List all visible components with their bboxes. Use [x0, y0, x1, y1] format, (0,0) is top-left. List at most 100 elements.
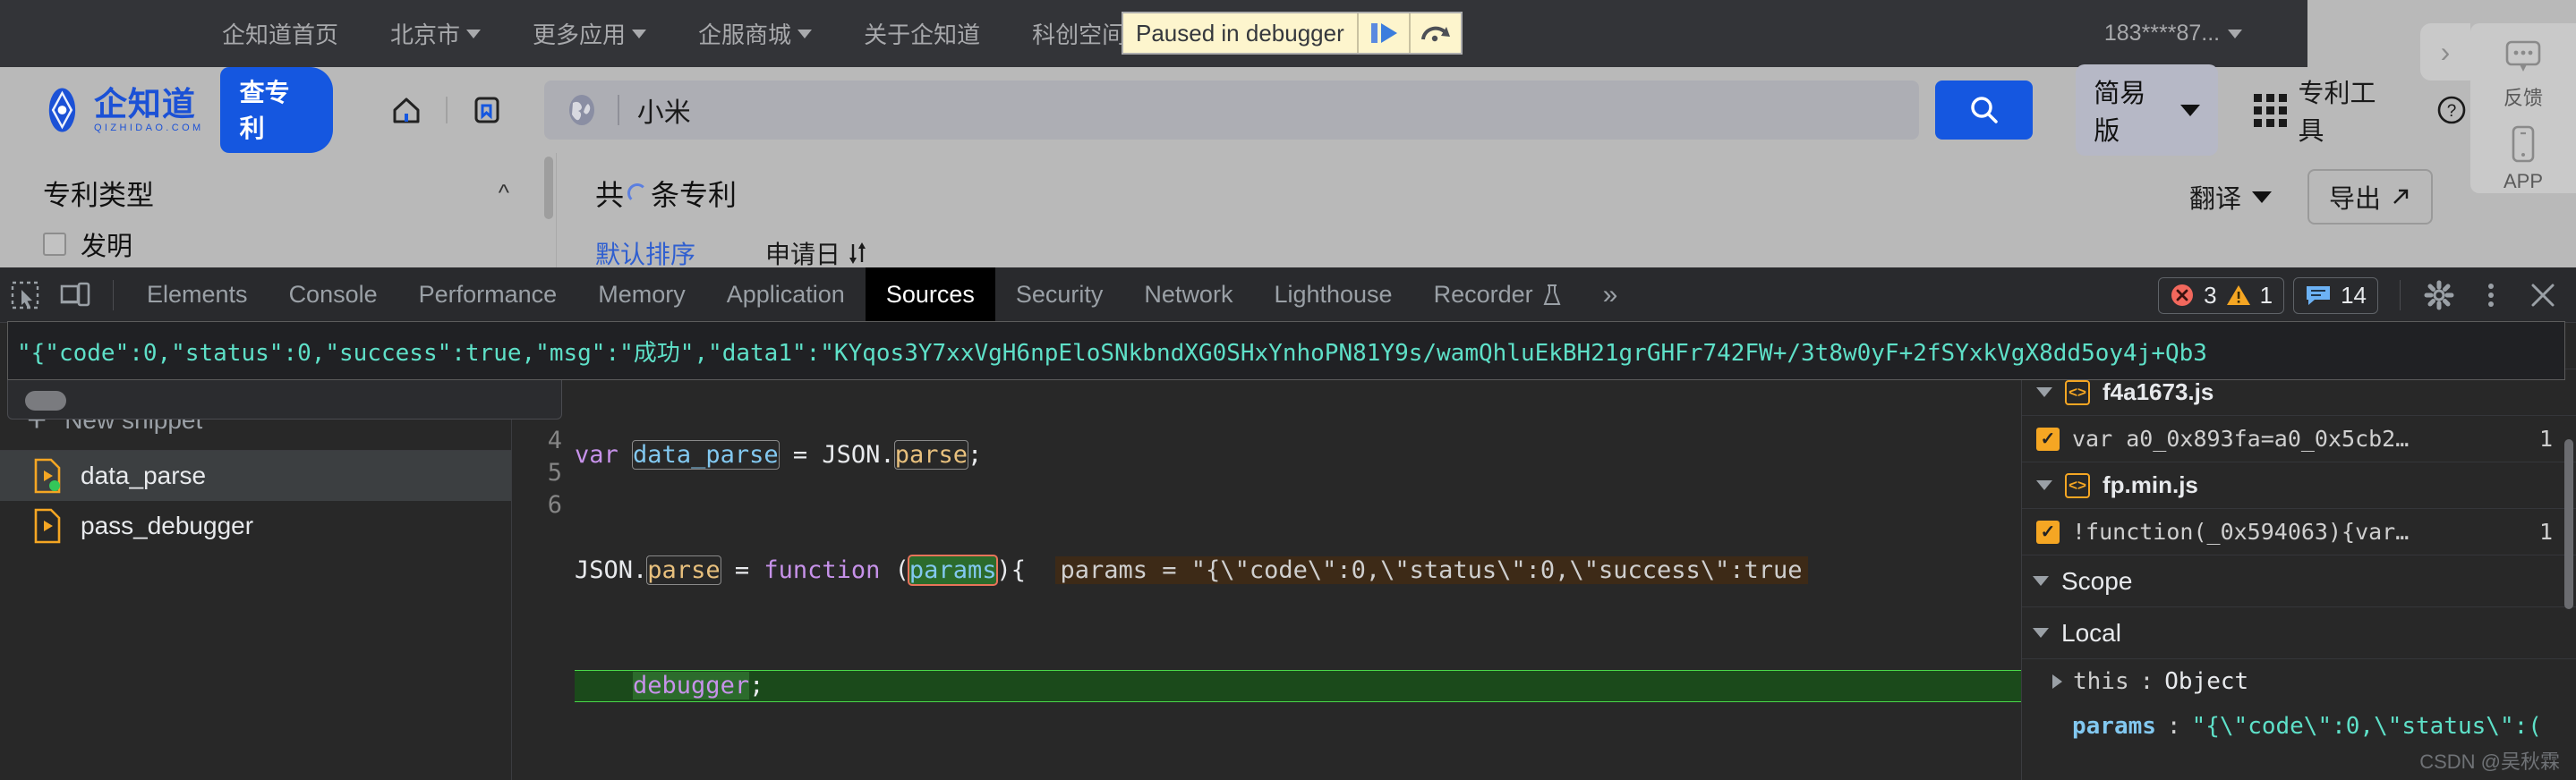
code-line-1: var data_parse = JSON.parse; [575, 440, 983, 470]
topnav-link-city[interactable]: 北京市 [390, 17, 482, 50]
tab-security[interactable]: Security [995, 267, 1124, 323]
checkbox-checked[interactable]: ✓ [2036, 427, 2060, 451]
code-content[interactable]: var data_parse = JSON.parse; JSON.parse … [575, 323, 2021, 780]
chevron-down-icon [2180, 104, 2201, 116]
token-json: JSON [575, 556, 634, 584]
popup-drag-handle[interactable] [25, 391, 66, 411]
filter-option-label: 发明 [81, 233, 133, 261]
floating-right-rail: 反馈 APP [2470, 23, 2576, 193]
qizhidao-logo-icon [48, 88, 76, 132]
breakpoint-row-fp[interactable]: ✓ !function(_0x594063){var… 1 [2022, 509, 2576, 555]
issue-counters[interactable]: 3 1 [2158, 276, 2285, 314]
scope-section-header[interactable]: Scope [2022, 555, 2576, 607]
message-counter[interactable]: 14 [2293, 276, 2378, 314]
globe-icon [568, 95, 594, 125]
breakpoint-line-number: 1 [2538, 519, 2553, 545]
snippet-item-data-parse[interactable]: data_parse [0, 451, 511, 501]
chevron-down-icon[interactable] [2033, 576, 2049, 586]
translate-dropdown[interactable]: 翻译 [2189, 178, 2272, 216]
close-icon[interactable] [2517, 267, 2569, 323]
sort-updown-icon [849, 242, 866, 264]
simple-mode-label: 简易版 [2094, 80, 2146, 146]
topnav-link-home[interactable]: 企知道首页 [222, 17, 338, 50]
chevron-down-icon[interactable] [2036, 480, 2052, 490]
warning-triangle-icon [2226, 285, 2250, 305]
account-menu[interactable]: 183****87... [2039, 0, 2307, 67]
devtools-panel: Elements Console Performance Memory Appl… [0, 267, 2576, 780]
tab-elements[interactable]: Elements [126, 267, 269, 323]
home-icon[interactable] [387, 90, 426, 130]
device-toolbar-icon[interactable] [50, 281, 100, 309]
mobile-phone-icon [2512, 125, 2535, 163]
kebab-menu-icon[interactable] [2465, 267, 2517, 323]
tab-sources[interactable]: Sources [865, 267, 995, 323]
topnav-link-more-apps[interactable]: 更多应用 [533, 17, 647, 50]
gear-icon[interactable] [2413, 267, 2465, 323]
step-over-icon[interactable] [1411, 20, 1461, 47]
question-circle-icon: ? [2437, 96, 2466, 124]
rail-item-label: APP [2503, 170, 2544, 192]
rail-collapse-toggle[interactable]: › [2420, 23, 2470, 81]
sort-default-button[interactable]: 默认排序 [595, 235, 695, 271]
breakpoint-row-a0[interactable]: ✓ var a0_0x893fa=a0_0x5cb2… 1 [2022, 416, 2576, 462]
sort-apply-date-button[interactable]: 申请日 [765, 235, 869, 271]
message-count: 14 [2341, 281, 2367, 309]
patent-tools-button[interactable]: 专利工具 [2254, 72, 2400, 148]
checkbox[interactable] [43, 233, 66, 256]
code-file-icon: <> [2065, 379, 2090, 405]
chevron-right-icon[interactable] [2052, 674, 2062, 689]
filter-option-invention[interactable]: 发明 [0, 213, 556, 263]
snippet-item-pass-debugger[interactable]: pass_debugger [0, 501, 511, 551]
inspect-element-icon[interactable] [0, 280, 50, 310]
export-button[interactable]: 导出 [2307, 169, 2433, 225]
more-tabs-button[interactable]: » [1582, 267, 1639, 323]
sidebar-scrollbar[interactable] [2564, 439, 2573, 609]
code-line-2: JSON.parse = function (params){ params =… [575, 555, 2021, 587]
tab-application[interactable]: Application [706, 267, 866, 323]
tab-memory[interactable]: Memory [577, 267, 706, 323]
snippet-label: pass_debugger [81, 512, 254, 539]
token-params-selected: params [907, 555, 999, 586]
value-tooltip-popup: "{"code":0,"status":0,"success":true,"ms… [7, 321, 2565, 380]
checkbox-checked[interactable]: ✓ [2036, 520, 2060, 544]
message-bubble-icon [2307, 286, 2331, 305]
tab-console[interactable]: Console [269, 267, 398, 323]
saved-doc-icon[interactable] [467, 90, 507, 130]
logo-badge[interactable]: 查专利 [219, 67, 333, 153]
filter-group-patent-type[interactable]: 专利类型 ^ [0, 153, 556, 213]
tab-recorder[interactable]: Recorder [1413, 267, 1582, 323]
topnav-link-space[interactable]: 科创空间 [1032, 17, 1125, 50]
token-var-keyword: var [575, 441, 618, 469]
divider [113, 279, 114, 310]
chevron-up-icon[interactable]: ^ [499, 179, 509, 207]
topnav-link-label: 北京市 [390, 21, 461, 48]
topnav-link-label: 科创空间 [1032, 21, 1126, 48]
topnav-link-mall[interactable]: 企服商城 [698, 17, 813, 50]
chevron-down-icon[interactable] [2033, 628, 2049, 638]
scope-local-header[interactable]: Local [2022, 607, 2576, 659]
double-chevron-right-icon: » [1602, 279, 1618, 309]
rail-item-label: 反馈 [2503, 87, 2543, 109]
breakpoint-source-text: !function(_0x594063){var… [2072, 519, 2410, 545]
line-number: 6 [547, 491, 562, 519]
topnav-link-about[interactable]: 关于企知道 [864, 17, 980, 50]
tab-network[interactable]: Network [1123, 267, 1253, 323]
simple-mode-dropdown[interactable]: 简易版 [2076, 64, 2219, 156]
scope-row-this[interactable]: this: Object [2022, 659, 2576, 704]
tab-lighthouse[interactable]: Lighthouse [1253, 267, 1412, 323]
tab-performance[interactable]: Performance [398, 267, 578, 323]
account-label: 183****87... [2103, 21, 2221, 46]
rail-item-app[interactable]: APP [2503, 123, 2543, 193]
search-button[interactable] [1935, 81, 2034, 140]
site-logo[interactable]: 企知道 QIZHIDAO.COM 查专利 [41, 67, 333, 153]
sidebar-scrollbar[interactable] [544, 157, 553, 219]
code-editor[interactable]: 1 2 3 4 5 6 var data_parse = JSON.parse;… [512, 323, 2021, 780]
scope-row-params[interactable]: params: "{\"code\":0,\"status\":( [2022, 704, 2576, 749]
rail-item-feedback[interactable]: 反馈 [2502, 38, 2545, 111]
chevron-down-icon[interactable] [2036, 387, 2052, 397]
filter-group-title: 专利类型 [43, 180, 154, 211]
search-input[interactable]: 小米 [543, 81, 1920, 140]
breakpoint-file-fp-min[interactable]: <> fp.min.js [2022, 462, 2576, 509]
scope-var-value: "{\"code\":0,\"status\":( [2191, 713, 2542, 740]
resume-script-icon[interactable] [1359, 20, 1409, 47]
